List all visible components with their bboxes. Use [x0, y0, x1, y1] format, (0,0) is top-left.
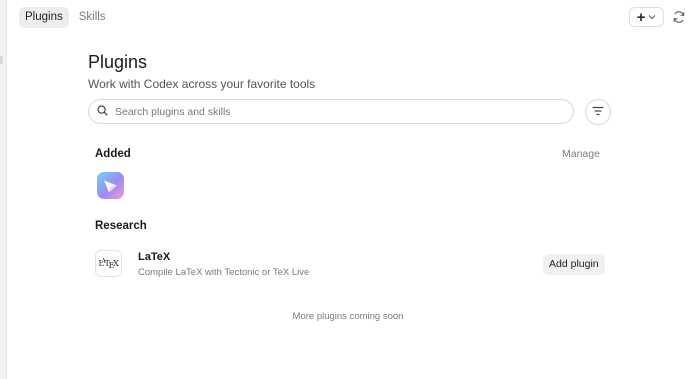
added-section-title: Added — [95, 148, 131, 160]
add-plugin-button[interactable]: Add plugin — [543, 254, 605, 275]
plugin-description: Compile LaTeX with Tectonic or TeX Live — [138, 267, 310, 278]
top-actions: + — [629, 7, 686, 27]
plus-icon: + — [636, 8, 646, 26]
plugins-panel: Plugins Skills + Plugins Work with Codex… — [6, 0, 690, 379]
resize-handle[interactable] — [0, 56, 3, 64]
research-section-title: Research — [95, 220, 147, 232]
filter-icon — [592, 103, 604, 121]
add-dropdown-button[interactable]: + — [629, 7, 664, 27]
tab-plugins[interactable]: Plugins — [19, 7, 69, 28]
tab-skills[interactable]: Skills — [73, 7, 112, 28]
search-input[interactable] — [115, 105, 555, 118]
page-title: Plugins — [88, 52, 148, 72]
refresh-icon[interactable] — [672, 10, 686, 24]
more-plugins-note: More plugins coming soon — [292, 311, 404, 322]
plugin-name: LaTeX — [138, 251, 171, 263]
tab-bar: Plugins Skills — [19, 7, 112, 28]
filter-button[interactable] — [585, 99, 611, 125]
page-subtitle: Work with Codex across your favorite too… — [88, 77, 316, 91]
plugin-row-latex: LATEX LaTeX Compile LaTeX with Tectonic … — [95, 248, 605, 282]
latex-logo-icon: LATEX — [95, 250, 122, 277]
manage-link[interactable]: Manage — [562, 148, 600, 160]
search-box[interactable] — [88, 99, 574, 124]
paper-plane-app-icon[interactable] — [97, 172, 124, 199]
chevron-down-icon — [648, 13, 656, 22]
search-icon — [97, 103, 108, 121]
